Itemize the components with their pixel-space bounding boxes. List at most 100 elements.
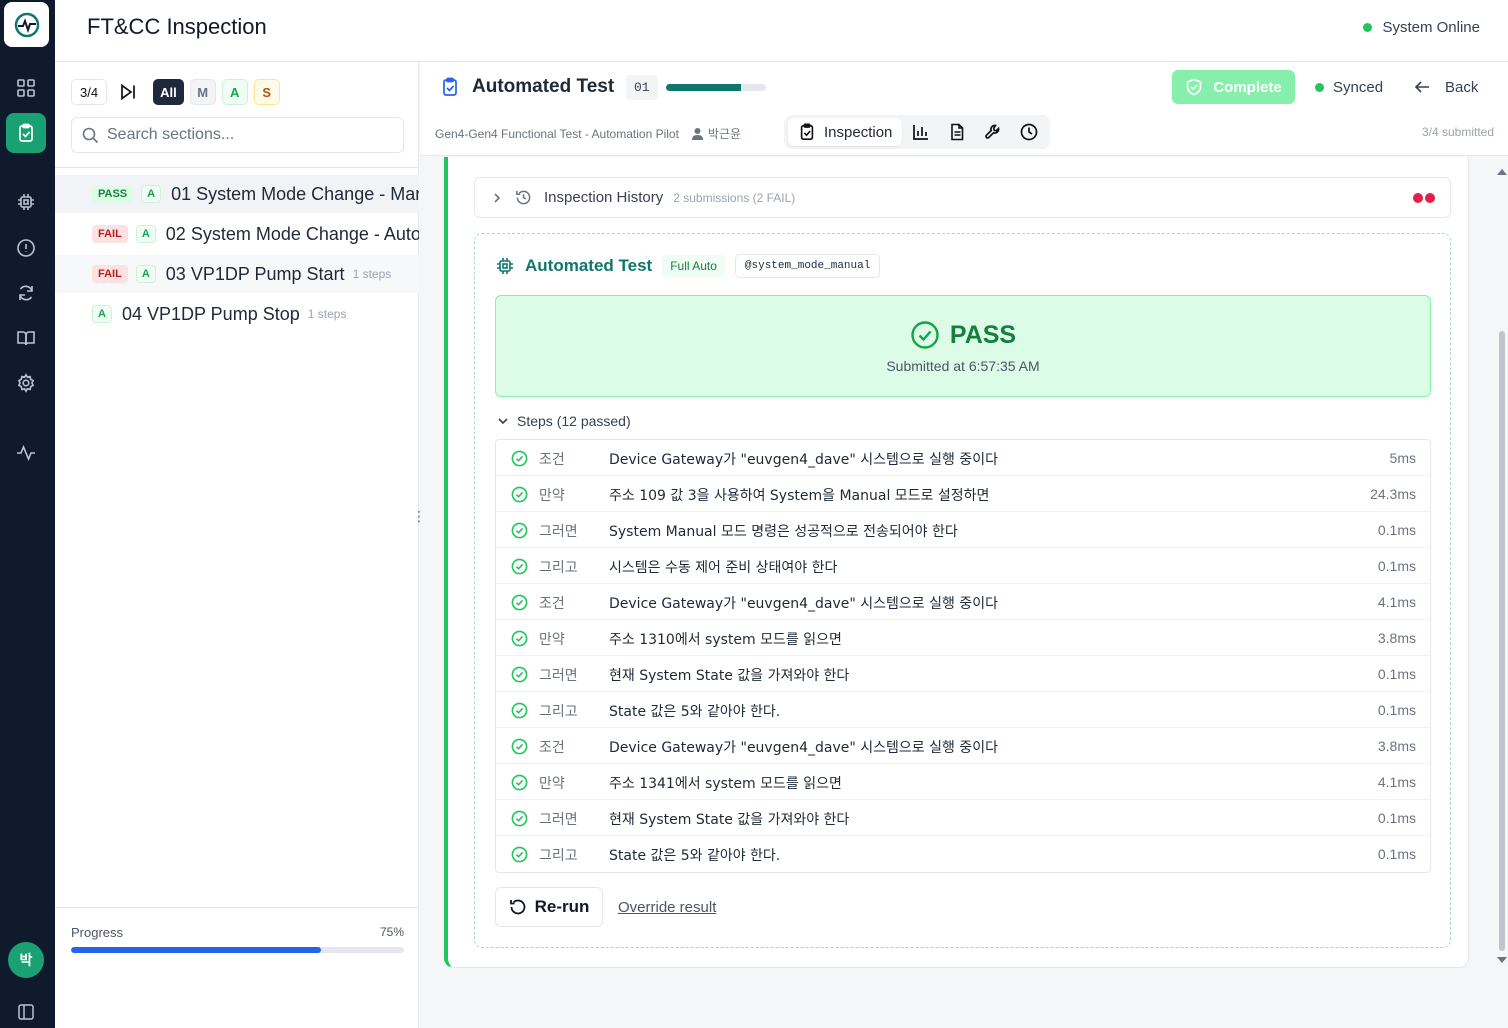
inspector-name: 박근윤 [707, 127, 742, 141]
status-badge: PASS [92, 185, 134, 203]
tab-tools[interactable] [976, 118, 1010, 146]
check-circle-icon [511, 702, 528, 724]
clock-icon [1021, 123, 1038, 141]
search-input[interactable] [107, 126, 387, 144]
step-duration: 4.1ms [1377, 774, 1416, 790]
type-badge: A [135, 225, 156, 243]
section-name: 03 VP1DP Pump Start [165, 263, 345, 284]
progress-percent: 75% [379, 925, 404, 939]
complete-button[interactable]: Complete [1172, 70, 1295, 104]
steps-list: 조건 Device Gateway가 "euvgen4_dave" 시스템으로 실… [495, 439, 1431, 873]
section-name: 02 System Mode Change - Auto [165, 223, 419, 244]
step-duration: 4.1ms [1377, 594, 1416, 610]
tab-inspection[interactable]: Inspection [788, 118, 903, 146]
step-keyword: 조건 [539, 740, 565, 756]
test-progress-bar [666, 84, 766, 91]
step-keyword: 그리고 [539, 560, 578, 576]
section-item[interactable]: FAIL A 03 VP1DP Pump Start 1 steps [55, 255, 419, 293]
step-text: Device Gateway가 "euvgen4_dave" 시스템으로 실행 … [609, 596, 998, 612]
sync-status: Synced [1315, 79, 1383, 96]
section-item[interactable]: A 04 VP1DP Pump Stop 1 steps [55, 295, 419, 333]
sync-dot-icon [1315, 83, 1324, 92]
activity-icon[interactable] [6, 433, 46, 473]
step-text: 주소 1310에서 system 모드를 읽으면 [609, 632, 842, 648]
user-icon [691, 128, 703, 140]
step-keyword: 조건 [539, 452, 565, 468]
step-keyword: 그리고 [539, 848, 578, 864]
automated-test-title: Automated Test [525, 256, 653, 275]
shield-check-icon [1186, 78, 1202, 96]
fail-dot-icon [1413, 193, 1423, 203]
alert-icon[interactable] [6, 228, 46, 268]
step-duration: 0.1ms [1377, 666, 1416, 682]
step-row: 그러면 현재 System State 값을 가져와야 한다 0.1ms [496, 800, 1430, 836]
section-item[interactable]: FAIL A 02 System Mode Change - Auto [55, 215, 419, 253]
back-button[interactable]: Back [1413, 78, 1478, 96]
check-circle-icon [511, 630, 528, 652]
step-row: 조건 Device Gateway가 "euvgen4_dave" 시스템으로 실… [496, 728, 1430, 764]
result-label: PASS [949, 320, 1017, 349]
sidebar-toggle-icon[interactable] [6, 992, 46, 1028]
override-result-link[interactable]: Override result [618, 899, 716, 916]
tab-history[interactable] [1012, 118, 1046, 146]
filter-manual-button[interactable]: M [189, 79, 216, 105]
step-keyword: 그러면 [539, 668, 578, 684]
step-duration: 0.1ms [1377, 810, 1416, 826]
book-icon[interactable] [6, 318, 46, 358]
rerun-button[interactable]: Re-run [495, 887, 603, 927]
document-icon [951, 123, 964, 141]
progress-bar [71, 947, 404, 953]
refresh-icon[interactable] [6, 273, 46, 313]
logo-icon[interactable] [4, 2, 49, 47]
avatar[interactable]: 박 [8, 942, 44, 978]
tab-chart[interactable] [904, 118, 938, 146]
check-circle-icon [511, 594, 528, 616]
gear-icon[interactable] [6, 363, 46, 403]
resize-handle-icon[interactable]: ⋮ [412, 507, 426, 525]
progress-fill [71, 947, 321, 953]
clipboard-check-icon[interactable] [6, 113, 46, 153]
step-row: 그리고 State 값은 5와 같아야 한다. 0.1ms [496, 836, 1430, 872]
step-keyword: 만약 [539, 776, 565, 792]
scrollbar[interactable] [1496, 165, 1508, 965]
steps-toggle[interactable]: Steps (12 passed) [497, 413, 631, 429]
result-box: PASS Submitted at 6:57:35 AM [495, 295, 1431, 397]
history-summary: 2 submissions (2 FAIL) [673, 190, 796, 205]
history-icon [516, 190, 531, 205]
chip-icon [497, 258, 513, 274]
filter-all-button[interactable]: All [153, 79, 184, 105]
test-subtitle: Gen4-Gen4 Functional Test - Automation P… [435, 125, 741, 142]
step-row: 조건 Device Gateway가 "euvgen4_dave" 시스템으로 실… [496, 584, 1430, 620]
section-name: 01 System Mode Change - Manual [171, 183, 419, 204]
tab-report[interactable] [940, 118, 974, 146]
test-number: 01 [626, 75, 658, 100]
chip-icon[interactable] [6, 182, 46, 222]
nav-rail: 박 [0, 0, 55, 1028]
step-row: 만약 주소 1310에서 system 모드를 읽으면 3.8ms [496, 620, 1430, 656]
type-badge: A [135, 265, 156, 283]
step-keyword: 조건 [539, 596, 565, 612]
search-box [71, 117, 404, 153]
scroll-up-icon[interactable] [1497, 169, 1507, 175]
skip-forward-icon[interactable] [115, 79, 141, 105]
step-text: State 값은 5와 같아야 한다. [609, 704, 781, 720]
filter-auto-button[interactable]: A [221, 79, 248, 105]
step-duration: 0.1ms [1377, 558, 1416, 574]
scrollbar-thumb[interactable] [1499, 331, 1505, 951]
status-dot-icon [1363, 23, 1373, 32]
inspection-history[interactable]: Inspection History 2 submissions (2 FAIL… [474, 177, 1451, 218]
check-circle-icon [511, 486, 528, 508]
step-keyword: 만약 [539, 632, 565, 648]
bar-chart-icon [913, 125, 929, 140]
automated-test-panel: Automated Test Full Auto @system_mode_ma… [474, 233, 1451, 948]
check-circle-icon [511, 558, 528, 580]
scroll-down-icon[interactable] [1497, 957, 1507, 963]
dashboard-icon[interactable] [6, 68, 46, 108]
step-row: 그리고 시스템은 수동 제어 준비 상태여야 한다 0.1ms [496, 548, 1430, 584]
test-header: Automated Test 01 Complete Synced Back G… [420, 62, 1508, 156]
step-text: 주소 109 값 3을 사용하여 System을 Manual 모드로 설정하면 [609, 488, 990, 504]
result-title: PASS [496, 320, 1430, 350]
system-status: System Online [1363, 19, 1480, 36]
section-item[interactable]: PASS A 01 System Mode Change - Manual [55, 175, 419, 213]
filter-semi-button[interactable]: S [253, 79, 280, 105]
